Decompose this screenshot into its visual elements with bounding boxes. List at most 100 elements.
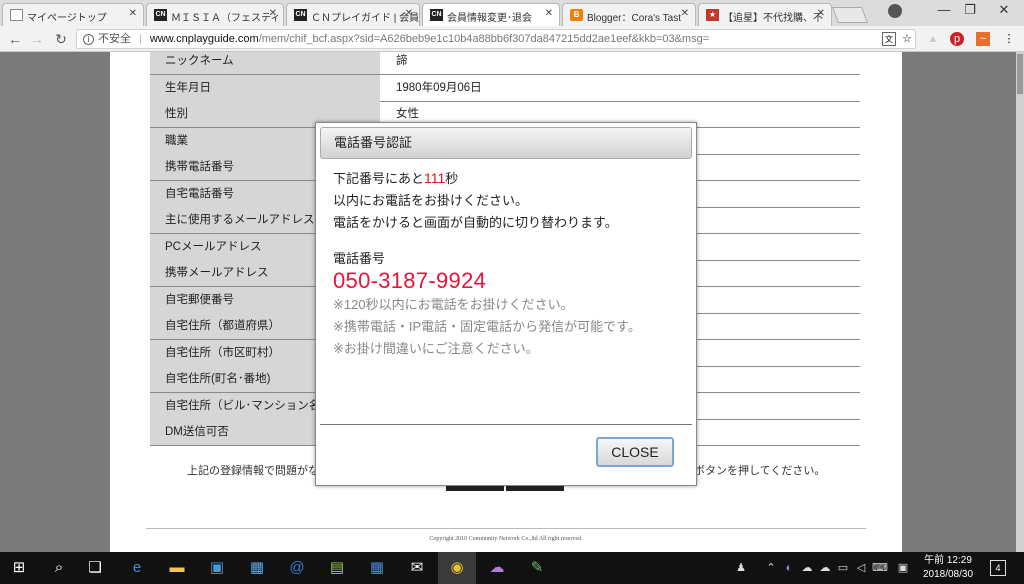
confirmation-note-end: ボタンを押してください。 <box>694 465 826 477</box>
forward-arrow-icon[interactable]: → <box>28 30 46 48</box>
phone-verification-dialog: 電話番号認証 下記番号にあと111秒 以内にお電話をお掛けください。 電話をかけ… <box>315 122 697 486</box>
task-view-icon[interactable]: ❏ <box>76 552 114 584</box>
row-value: 諦 <box>396 55 408 67</box>
divider <box>146 528 866 529</box>
translate-icon[interactable]: 文 <box>882 32 896 46</box>
search-icon[interactable]: ⌕ <box>40 552 78 584</box>
tab-strip: マイページトップ ✕ CN ＭＩＳＩＡ（フェスティ ✕ CN ＣＮプレイガイド … <box>0 0 1024 27</box>
chrome-icon[interactable]: ◉ <box>438 552 476 584</box>
hint-line: ※お掛け間違いにご注意ください。 <box>333 341 539 356</box>
tab-title: 【追星】不代找購、不 <box>723 13 823 24</box>
ime-icon[interactable]: ▣ <box>896 561 910 575</box>
table-row: ニックネーム 諦 <box>150 52 860 75</box>
close-icon[interactable]: ✕ <box>405 8 413 19</box>
url-domain: www.cnplayguide.com <box>149 33 259 45</box>
url-path: /mem/chif_bcf.aspx?sid=A626beb9e1c10b4a8… <box>258 33 710 45</box>
divider: | <box>139 33 142 45</box>
new-tab-button[interactable] <box>832 7 868 23</box>
app-icon[interactable]: ▦ <box>238 552 276 584</box>
clock-time: 12:29 <box>946 555 972 566</box>
menu-icon[interactable]: ⋮ <box>1002 32 1016 46</box>
hint-line: ※携帯電話・IP電話・固定電話から発信が可能です。 <box>333 319 641 334</box>
tray-app-icon[interactable]: ◐ <box>782 561 796 575</box>
tab-title: Blogger：Cora's Tast <box>587 13 681 24</box>
security-label: 不安全 <box>98 33 131 45</box>
tab-cnplayguide[interactable]: CN ＣＮプレイガイド | 会員 ✕ <box>286 3 420 26</box>
close-button[interactable]: CLOSE <box>596 437 674 467</box>
window-close-icon[interactable]: ✕ <box>984 2 1024 22</box>
onedrive-icon[interactable]: ☁ <box>818 561 832 575</box>
tab-zhuixing[interactable]: ★ 【追星】不代找購、不 ✕ <box>698 3 832 26</box>
scrollbar[interactable] <box>1016 52 1024 552</box>
phone-number: 050-3187-9924 <box>333 268 487 293</box>
clock-date: 2018/08/30 <box>922 569 974 580</box>
clock[interactable]: 午前 12:29 2018/08/30 <box>918 554 978 582</box>
countdown-line: 下記番号にあと111秒 <box>333 167 683 190</box>
close-icon[interactable]: ✕ <box>269 8 277 19</box>
mail-icon[interactable]: ✉ <box>398 552 436 584</box>
tab-member-info[interactable]: CN 会員情報変更･退会 ✕ <box>422 3 560 27</box>
table-row: 生年月日 1980年09月06日 <box>150 75 860 102</box>
row-label: ニックネーム <box>150 52 380 74</box>
file-explorer-icon[interactable]: ▬ <box>158 552 196 584</box>
app-icon[interactable]: ▤ <box>318 552 356 584</box>
dialog-body: 下記番号にあと111秒 以内にお電話をお掛けください。 電話をかけると画面が自動… <box>333 167 683 360</box>
close-icon[interactable]: ✕ <box>817 8 825 19</box>
paint-icon[interactable]: ✎ <box>518 552 556 584</box>
tab-title: マイページトップ <box>27 13 107 24</box>
email-app-icon[interactable]: @ <box>278 552 316 584</box>
countdown-prefix: 下記番号にあと <box>333 171 425 186</box>
pdf-icon[interactable]: ▲ <box>926 32 940 46</box>
tab-title: ＭＩＳＩＡ（フェスティ <box>171 13 281 24</box>
divider <box>320 424 692 425</box>
tab-misia[interactable]: CN ＭＩＳＩＡ（フェスティ ✕ <box>146 3 284 26</box>
tab-title: ＣＮプレイガイド | 会員 <box>311 13 420 24</box>
battery-icon[interactable]: ▭ <box>836 561 850 575</box>
reload-icon[interactable]: ↻ <box>52 30 70 48</box>
tab-mypage[interactable]: マイページトップ ✕ <box>2 3 144 26</box>
back-arrow-icon[interactable]: ← <box>6 30 24 48</box>
confirmation-note: 上記の登録情報で問題がな <box>187 465 319 477</box>
address-bar[interactable]: i 不安全 | www.cnplayguide.com/mem/chif_bcf.as… <box>76 29 916 49</box>
close-icon[interactable]: ✕ <box>129 8 137 19</box>
calculator-icon[interactable]: ▦ <box>358 552 396 584</box>
notification-icon[interactable]: 4 <box>990 560 1006 576</box>
cloud-app-icon[interactable]: ☁ <box>478 552 516 584</box>
clock-ampm: 午前 <box>924 555 945 566</box>
browser-toolbar: ← → ↻ i 不安全 | www.cnplayguide.com/mem/chif_… <box>0 26 1024 52</box>
hint-line: ※120秒以内にお電話をお掛けください。 <box>333 297 574 312</box>
volume-icon[interactable]: ◁ <box>854 561 868 575</box>
countdown-suffix: 秒 <box>445 171 459 186</box>
star-icon[interactable]: ☆ <box>900 32 914 46</box>
cn-icon: CN <box>294 9 307 21</box>
countdown-seconds: 111 <box>424 170 446 186</box>
tab-blogger[interactable]: B Blogger：Cora's Tast ✕ <box>562 3 696 26</box>
dialog-title: 電話番号認証 <box>320 127 692 159</box>
copyright: Copyright 2010 Community Network Co.,ltd… <box>429 536 583 542</box>
instruction-line: 電話をかけると画面が自動的に切り替わります。 <box>333 215 618 230</box>
keyboard-icon[interactable]: ⌨ <box>872 561 888 575</box>
instruction-line: 以内にお電話をお掛けください。 <box>333 193 529 208</box>
taskbar: ⊞ ⌕ ❏ e ▬ ▣ ▦ @ ▤ ▦ ✉ ◉ ☁ ✎ ♟ ⌃ ◐ ☁ ☁ ▭ … <box>0 552 1024 584</box>
chevron-up-icon[interactable]: ⌃ <box>764 561 778 575</box>
red-icon: ★ <box>706 9 719 21</box>
cn-icon: CN <box>430 9 443 21</box>
row-value: 1980年09月06日 <box>396 82 482 94</box>
profile-icon[interactable] <box>888 4 902 18</box>
edge-icon[interactable]: e <box>118 552 156 584</box>
tab-title: 会員情報変更･退会 <box>447 13 532 24</box>
extension-icon[interactable]: ~ <box>976 32 990 46</box>
page-icon <box>10 9 23 21</box>
cn-icon: CN <box>154 9 167 21</box>
people-icon[interactable]: ♟ <box>734 561 748 575</box>
scrollbar-thumb[interactable] <box>1017 54 1023 94</box>
blogger-icon: B <box>570 9 583 21</box>
close-icon[interactable]: ✕ <box>545 8 553 19</box>
phone-label: 電話番号 <box>333 251 386 266</box>
store-icon[interactable]: ▣ <box>198 552 236 584</box>
close-icon[interactable]: ✕ <box>681 8 689 19</box>
windows-start-icon[interactable]: ⊞ <box>0 552 38 584</box>
info-icon[interactable]: i <box>83 33 94 45</box>
onedrive-icon[interactable]: ☁ <box>800 561 814 575</box>
pinterest-icon[interactable]: p <box>950 32 964 46</box>
